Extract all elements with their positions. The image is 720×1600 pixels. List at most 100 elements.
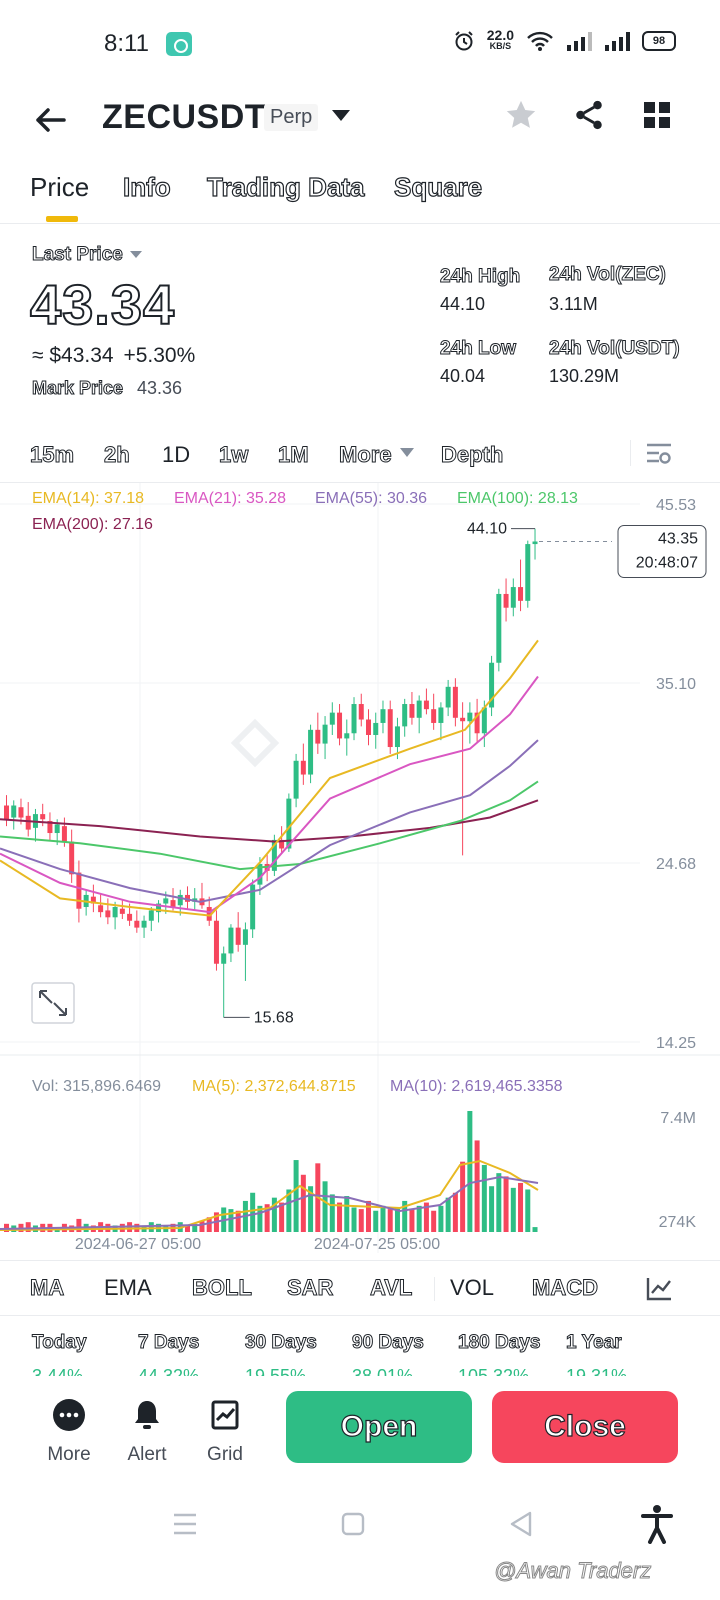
volume-bar-49: [358, 1209, 364, 1232]
tab-info[interactable]: Info: [122, 171, 171, 203]
stat-24h-low-value: 40.04: [440, 366, 486, 386]
chart-settings-icon[interactable]: [644, 440, 674, 468]
grid-button[interactable]: Grid: [190, 1398, 260, 1466]
candle-body-60: [438, 707, 444, 723]
candle-body-42: [308, 729, 314, 775]
volume-bar-20: [148, 1222, 154, 1232]
symbol-dropdown-icon[interactable]: [332, 110, 350, 121]
more-dropdown-icon[interactable]: [400, 448, 414, 457]
grid-bot-icon: [211, 1400, 239, 1430]
candle-body-20: [148, 910, 154, 921]
perf-today-value: 3.44%: [32, 1366, 84, 1376]
high-marker-label: 44.10: [467, 521, 507, 538]
chart-canvas[interactable]: 45.53 35.10 24.68 14.25 44.10 15.68 43.35 20:48…: [0, 483, 720, 1258]
interval-divider: [630, 440, 631, 466]
volume-bar-53: [387, 1209, 393, 1232]
perf-1y-label: 1 Year: [566, 1332, 623, 1354]
share-icon[interactable]: [572, 98, 606, 132]
back-nav-icon[interactable]: [508, 1510, 534, 1538]
home-nav-icon[interactable]: [341, 1512, 365, 1536]
candle-body-53: [387, 709, 393, 748]
close-position-button[interactable]: Close: [492, 1391, 678, 1463]
candle-body-33: [242, 929, 248, 945]
grid-layout-icon[interactable]: [642, 100, 672, 130]
volume-bar-65: [474, 1140, 480, 1232]
interval-15m[interactable]: 15m: [29, 442, 74, 468]
candle-body-15: [112, 906, 118, 918]
performance-row: Today 3.44% 7 Days 44.32% 30 Days 19.55%…: [0, 1320, 720, 1377]
volume-ma5-legend: MA(5): 2,372,644.8715: [192, 1078, 356, 1095]
expand-chart-icon: [31, 982, 75, 1024]
candlestick-chart[interactable]: 45.53 35.10 24.68 14.25 44.10 15.68 43.35 20:48…: [0, 482, 720, 1257]
volume-bar-51: [373, 1210, 379, 1232]
perf-7d-label: 7 Days: [137, 1332, 200, 1354]
indicator-avl[interactable]: AVL: [369, 1275, 412, 1301]
volume-bar-66: [481, 1164, 487, 1232]
volume-bar-34: [250, 1192, 256, 1232]
stat-24h-low-label: 24h Low: [439, 338, 517, 360]
volume-bar-67: [489, 1186, 495, 1232]
interval-1m[interactable]: 1M: [278, 442, 310, 468]
indicator-sar[interactable]: SAR: [286, 1275, 333, 1301]
more-button[interactable]: More: [34, 1398, 104, 1466]
menu-nav-icon[interactable]: [172, 1512, 198, 1536]
usd-equivalent-row: ≈ $43.34 +5.30%: [32, 344, 195, 368]
ema200-legend: EMA(200): 27.16: [32, 516, 153, 533]
indicator-macd[interactable]: MACD: [532, 1275, 599, 1301]
tab-price[interactable]: Price: [30, 172, 89, 203]
candle-body-45: [329, 712, 335, 725]
candle-body-29: [213, 920, 219, 964]
indicator-ma[interactable]: MA: [29, 1275, 64, 1301]
tab-square[interactable]: Square: [393, 171, 482, 203]
tab-trading-data[interactable]: Trading Data: [206, 171, 365, 203]
indicator-settings-icon[interactable]: [644, 1275, 674, 1303]
indicator-boll[interactable]: BOLL: [192, 1275, 253, 1301]
volume-bar-48: [351, 1207, 357, 1232]
clock: 8:11: [104, 30, 149, 57]
perf-1y-value: 19.31%: [566, 1366, 628, 1376]
indicator-vol[interactable]: VOL: [450, 1275, 494, 1301]
candle-body-64: [467, 712, 473, 722]
candle-body-8: [61, 826, 67, 842]
candle-body-49: [358, 704, 364, 720]
candle-body-48: [351, 704, 357, 734]
candle-body-59: [431, 709, 437, 723]
date-label-1: 2024-07-25 05:00: [314, 1236, 440, 1253]
candle-body-31: [228, 927, 234, 954]
accessibility-icon[interactable]: [640, 1504, 674, 1544]
candle-body-10: [76, 872, 82, 909]
interval-1w[interactable]: 1w: [218, 442, 248, 468]
last-price-dropdown-icon[interactable]: [130, 251, 142, 258]
price-axis-label-3: 14.25: [656, 1035, 696, 1052]
interval-1d[interactable]: 1D: [162, 442, 190, 468]
symbol-title[interactable]: ZECUSDT: [102, 98, 266, 137]
candle-body-19: [141, 920, 147, 928]
candle-body-50: [366, 719, 371, 735]
signal-icon-2: [605, 32, 630, 51]
interval-bar: 15m 2h 1D 1w 1M More Depth: [0, 434, 720, 478]
alert-button[interactable]: Alert: [112, 1398, 182, 1466]
last-price-value: 43.34: [29, 272, 176, 337]
status-bar: 8:11 22.0 KB/S 98: [0, 0, 720, 90]
candle-body-40: [293, 760, 299, 799]
back-arrow-icon[interactable]: [30, 100, 70, 140]
open-position-button[interactable]: Open: [286, 1391, 472, 1463]
candle-body-69: [503, 593, 509, 608]
volume-axis-bottom: 274K: [659, 1214, 697, 1231]
perf-90d-label: 90 Days: [352, 1332, 425, 1354]
candle-body-73: [532, 541, 538, 545]
top-header: ZECUSDT Perp: [0, 90, 720, 150]
app-notification-icon: [166, 32, 192, 56]
last-price-label[interactable]: Last Price: [32, 244, 124, 266]
current-price-label: 43.35: [658, 530, 698, 547]
favorite-star-icon[interactable]: [504, 98, 538, 132]
indicator-ema[interactable]: EMA: [104, 1275, 152, 1301]
depth-button[interactable]: Depth: [440, 442, 503, 468]
interval-2h[interactable]: 2h: [104, 442, 131, 468]
volume-bar-68: [496, 1173, 502, 1232]
ema100-legend: EMA(100): 28.13: [457, 490, 578, 507]
perf-180d-label: 180 Days: [457, 1332, 541, 1354]
indicator-bar: MA EMA BOLL SAR AVL VOL MACD: [0, 1260, 720, 1316]
interval-more[interactable]: More: [339, 442, 393, 468]
binance-watermark-icon: [230, 718, 280, 768]
